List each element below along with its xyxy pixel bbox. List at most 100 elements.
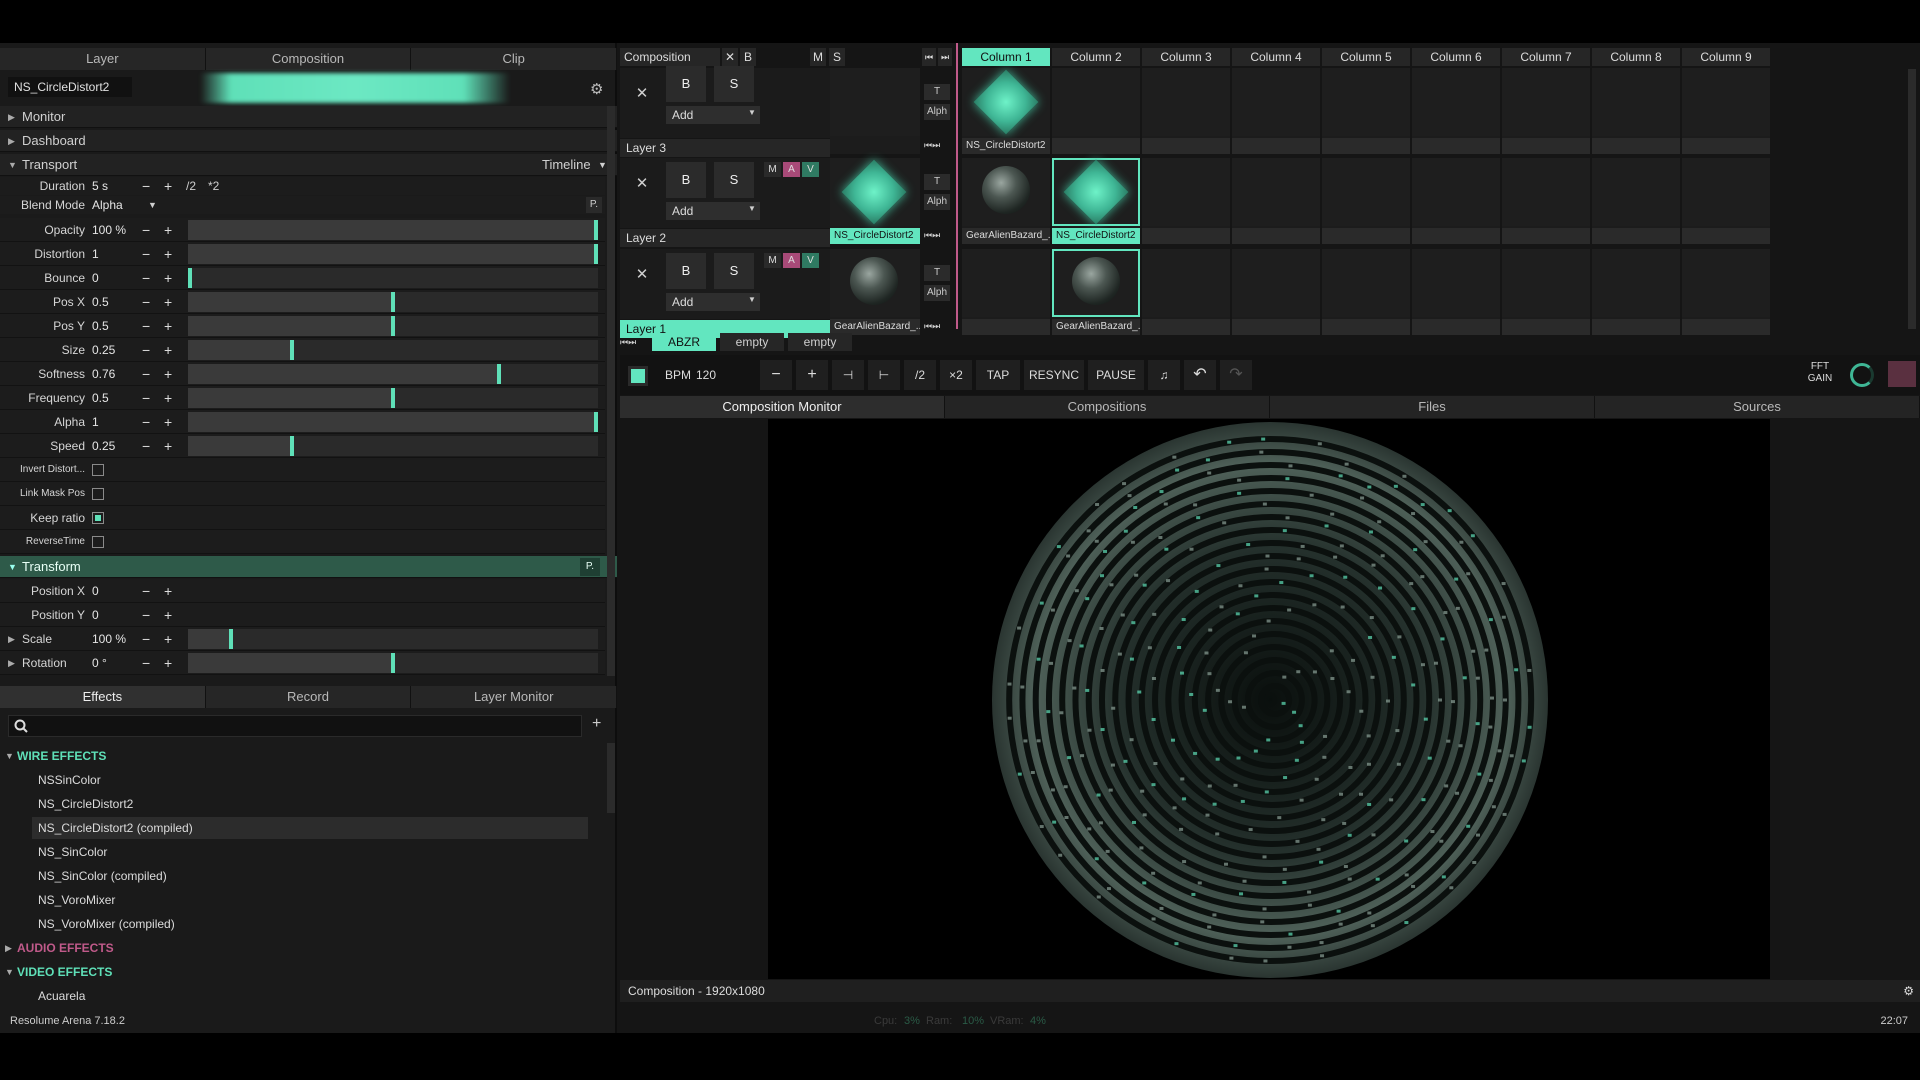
layer-bypass-button[interactable]: B: [666, 66, 706, 102]
clip-slot[interactable]: [1592, 68, 1680, 154]
bpm-plus-button[interactable]: +: [796, 360, 828, 390]
layer-mute-button[interactable]: M: [764, 253, 781, 268]
layer-transition-button[interactable]: T: [924, 265, 950, 281]
param-value[interactable]: 0: [92, 579, 142, 603]
clip-slot[interactable]: NS_CircleDistort2: [1052, 158, 1140, 244]
slider-handle[interactable]: [594, 220, 598, 240]
layer-transition-button[interactable]: T: [924, 84, 950, 100]
effect-item[interactable]: NS_VoroMixer: [32, 889, 588, 911]
tab-files[interactable]: Files: [1270, 396, 1595, 418]
column-header[interactable]: Column 9: [1682, 48, 1770, 66]
layer-nav-icon[interactable]: ⏮⏭: [924, 230, 940, 241]
effect-item[interactable]: NS_CircleDistort2 (compiled): [32, 817, 588, 839]
param-value[interactable]: 1: [92, 242, 142, 266]
chevron-down-icon[interactable]: ▼: [748, 295, 756, 304]
effect-item[interactable]: NS_SinColor: [32, 841, 588, 863]
prev-column-icon[interactable]: ⏮: [922, 48, 936, 66]
section-dashboard[interactable]: ▶ Dashboard: [0, 130, 617, 152]
param-minus-button[interactable]: −: [142, 266, 150, 290]
bpm-double-button[interactable]: ×2: [940, 360, 972, 390]
layer-preview-clip[interactable]: GearAlienBazard_...: [830, 249, 920, 335]
param-minus-button[interactable]: −: [142, 290, 150, 314]
clip-slot[interactable]: GearAlienBazard_...: [962, 158, 1050, 244]
slider-handle[interactable]: [391, 653, 395, 673]
clip-slot[interactable]: [1142, 249, 1230, 335]
param-minus-button[interactable]: −: [142, 627, 150, 651]
param-value[interactable]: 0.5: [92, 386, 142, 410]
column-header[interactable]: Column 8: [1592, 48, 1680, 66]
effect-item[interactable]: Acuarela: [32, 985, 588, 1007]
tap-button[interactable]: TAP: [976, 360, 1020, 390]
comp-solo-button[interactable]: S: [829, 48, 845, 66]
layer-clear-button[interactable]: ✕: [630, 82, 654, 106]
layer-solo-button[interactable]: S: [714, 162, 754, 198]
layer-name[interactable]: Layer 2: [620, 229, 830, 247]
param-plus-button[interactable]: +: [164, 579, 172, 603]
param-minus-button[interactable]: −: [142, 362, 150, 386]
tab-sources[interactable]: Sources: [1595, 396, 1920, 418]
layer-transition-button[interactable]: T: [924, 174, 950, 190]
layer-blend-select[interactable]: Add: [666, 106, 760, 124]
bpm-value[interactable]: 120: [688, 360, 724, 390]
gear-icon[interactable]: ⚙: [1903, 980, 1914, 1002]
param-value[interactable]: 0.25: [92, 434, 142, 458]
tab-composition[interactable]: Composition: [205, 48, 412, 70]
param-slider[interactable]: [188, 364, 598, 384]
clip-slot[interactable]: [1502, 158, 1590, 244]
layer-v-button[interactable]: V: [802, 253, 819, 268]
effect-item[interactable]: NSSinColor: [32, 769, 588, 791]
slider-handle[interactable]: [594, 244, 598, 264]
column-header[interactable]: Column 2: [1052, 48, 1140, 66]
tab-record[interactable]: Record: [205, 686, 412, 708]
slider-handle[interactable]: [188, 268, 192, 288]
comp-mute-button[interactable]: M: [810, 48, 826, 66]
deck-nav-icon[interactable]: ⏮⏭: [620, 333, 648, 351]
checkbox[interactable]: [92, 488, 104, 500]
param-plus-button[interactable]: +: [164, 338, 172, 362]
param-minus-button[interactable]: −: [142, 386, 150, 410]
slider-handle[interactable]: [229, 629, 233, 649]
nudge-left-icon[interactable]: ⊣: [832, 360, 864, 390]
tab-composition-monitor[interactable]: Composition Monitor: [620, 396, 945, 418]
param-value[interactable]: 100 %: [92, 218, 142, 242]
clip-slot[interactable]: [1322, 68, 1410, 154]
clip-slot[interactable]: [1232, 158, 1320, 244]
blend-mode-select[interactable]: Alpha: [92, 196, 142, 214]
comp-bypass-button[interactable]: B: [740, 48, 756, 66]
slider-handle[interactable]: [497, 364, 501, 384]
param-slider[interactable]: [188, 268, 598, 288]
transform-param-button[interactable]: P.: [580, 558, 600, 576]
param-plus-button[interactable]: +: [164, 434, 172, 458]
tab-layer-monitor[interactable]: Layer Monitor: [411, 686, 618, 708]
param-minus-button[interactable]: −: [142, 651, 150, 675]
param-minus-button[interactable]: −: [142, 314, 150, 338]
section-transport[interactable]: ▼ Transport Timeline ▼: [0, 154, 617, 176]
clip-slot[interactable]: [1682, 158, 1770, 244]
composition-label[interactable]: Composition: [620, 48, 720, 66]
param-plus-button[interactable]: +: [164, 242, 172, 266]
comp-close-button[interactable]: ✕: [722, 48, 738, 66]
next-column-icon[interactable]: ⏭: [938, 48, 952, 66]
bpm-minus-button[interactable]: −: [760, 360, 792, 390]
clip-slot[interactable]: [1322, 249, 1410, 335]
column-header[interactable]: Column 4: [1232, 48, 1320, 66]
duration-half-button[interactable]: /2: [186, 177, 196, 195]
param-value[interactable]: 0.76: [92, 362, 142, 386]
param-slider[interactable]: [188, 316, 598, 336]
section-transform[interactable]: ▼ Transform P.: [0, 556, 617, 578]
layer-clear-button[interactable]: ✕: [630, 263, 654, 287]
layer-bypass-button[interactable]: B: [666, 253, 706, 289]
metronome-icon[interactable]: ♫: [1148, 360, 1180, 390]
transport-mode-select[interactable]: Timeline: [542, 154, 591, 176]
expand-icon[interactable]: ▶: [8, 627, 15, 651]
tab-compositions[interactable]: Compositions: [945, 396, 1270, 418]
nudge-right-icon[interactable]: ⊢: [868, 360, 900, 390]
clip-slot[interactable]: [1412, 158, 1500, 244]
param-value[interactable]: 0.5: [92, 314, 142, 338]
param-slider[interactable]: [188, 292, 598, 312]
column-header[interactable]: Column 6: [1412, 48, 1500, 66]
effects-category[interactable]: ▼ VIDEO EFFECTS: [0, 961, 605, 983]
chevron-down-icon[interactable]: ▼: [148, 196, 157, 214]
param-minus-button[interactable]: −: [142, 242, 150, 266]
layer-alpha-button[interactable]: Alph: [924, 285, 950, 301]
